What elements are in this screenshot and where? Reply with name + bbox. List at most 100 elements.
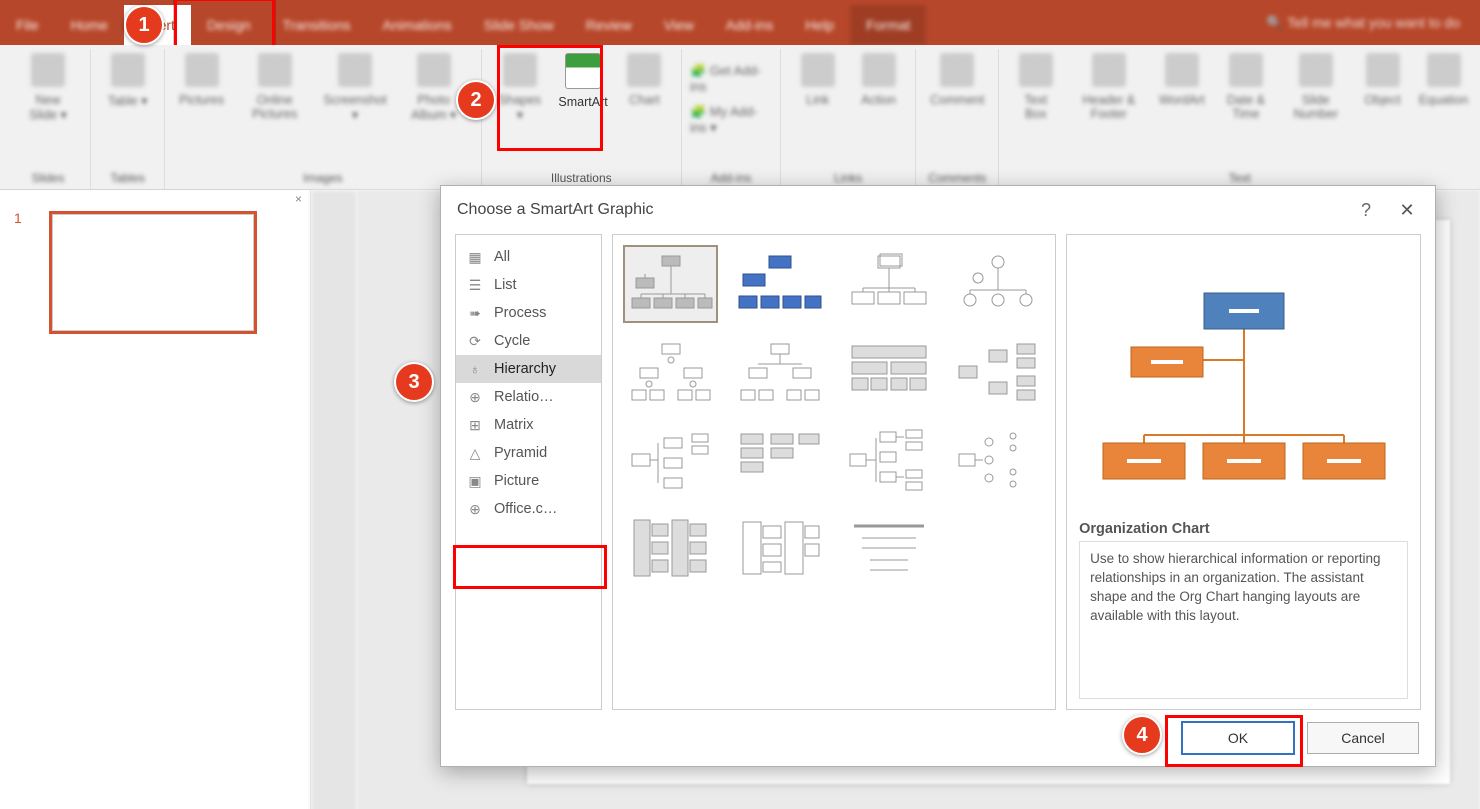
action-button[interactable]: Action <box>850 49 907 157</box>
office-icon: ⊕ <box>466 502 484 516</box>
ribbon-content: New Slide ▾ Slides Table ▾ Tables Pictur… <box>0 45 1480 190</box>
layout-circle-org[interactable] <box>950 245 1045 323</box>
slide-thumbnail-panel: × 1 <box>0 190 311 809</box>
screenshot-button[interactable]: Screenshot ▾ <box>319 49 391 157</box>
get-addins-button[interactable]: 🧩 Get Add-ins <box>690 63 772 94</box>
tab-view[interactable]: View <box>648 5 710 45</box>
ok-button[interactable]: OK <box>1181 721 1295 755</box>
group-addins: 🧩 Get Add-ins 🧩 My Add-ins ▾ Add-ins <box>682 49 781 189</box>
cat-pyramid[interactable]: △Pyramid <box>456 439 601 467</box>
group-label-images: Images <box>303 171 342 189</box>
help-icon[interactable]: ? <box>1361 200 1371 221</box>
tab-format[interactable]: Format <box>850 5 926 45</box>
cat-hierarchy[interactable]: ♁Hierarchy <box>456 355 601 383</box>
link-button[interactable]: Link <box>789 49 846 157</box>
online-pictures-button[interactable]: Online Pictures <box>234 49 315 157</box>
table-button[interactable]: Table ▾ <box>99 49 156 157</box>
layout-horizontal-org[interactable] <box>950 333 1045 411</box>
layout-horizontal-hierarchy[interactable] <box>623 421 718 499</box>
ribbon-tabs: File Home Insert Design Transitions Anim… <box>0 0 1480 45</box>
new-slide-button[interactable]: New Slide ▾ <box>14 49 82 157</box>
layout-horizontal-labeled[interactable] <box>732 421 827 499</box>
layout-labeled-hierarchy[interactable] <box>732 333 827 411</box>
equation-button[interactable]: Equation <box>1415 49 1472 157</box>
cycle-icon: ⟳ <box>466 334 484 348</box>
category-list: ▦All ☰List ➠Process ⟳Cycle ♁Hierarchy ⊕R… <box>455 234 602 710</box>
cancel-button[interactable]: Cancel <box>1307 722 1419 754</box>
list-icon: ☰ <box>466 278 484 292</box>
preview-description: Use to show hierarchical information or … <box>1079 541 1408 699</box>
slide-thumbnail-1[interactable] <box>52 214 254 331</box>
layout-picture-org[interactable] <box>732 245 827 323</box>
layout-hierarchy[interactable] <box>623 333 718 411</box>
preview-pane: Organization Chart Use to show hierarchi… <box>1066 234 1421 710</box>
smartart-dialog: Choose a SmartArt Graphic ? ✕ ▦All ☰List… <box>440 185 1436 767</box>
chart-button[interactable]: Chart <box>616 49 673 157</box>
object-button[interactable]: Object <box>1354 49 1411 157</box>
tab-review[interactable]: Review <box>570 5 648 45</box>
cat-cycle[interactable]: ⟳Cycle <box>456 327 601 355</box>
cat-office[interactable]: ⊕Office.c… <box>456 495 601 523</box>
date-time-button[interactable]: Date & Time <box>1214 49 1277 157</box>
group-comments: Comment Comments <box>916 49 999 189</box>
process-icon: ➠ <box>466 306 484 320</box>
cat-list[interactable]: ☰List <box>456 271 601 299</box>
pictures-button[interactable]: Pictures <box>173 49 230 157</box>
panel-close-icon[interactable]: × <box>295 192 302 206</box>
header-footer-button[interactable]: Header & Footer <box>1068 49 1149 157</box>
tab-design[interactable]: Design <box>191 5 267 45</box>
layout-grid <box>612 234 1056 710</box>
group-links: Link Action Links <box>781 49 916 189</box>
hierarchy-icon: ♁ <box>466 362 484 376</box>
tab-home[interactable]: Home <box>55 5 124 45</box>
tab-help[interactable]: Help <box>789 5 850 45</box>
tab-transitions[interactable]: Transitions <box>267 5 367 45</box>
tell-me-search[interactable]: 🔍 Tell me what you want to do <box>1266 14 1460 31</box>
tab-insert[interactable]: Insert <box>124 5 191 45</box>
group-slides: New Slide ▾ Slides <box>6 49 91 189</box>
tell-me-label: Tell me what you want to do <box>1287 14 1460 30</box>
group-tables: Table ▾ Tables <box>91 49 165 189</box>
relationship-icon: ⊕ <box>466 390 484 404</box>
layout-lined-list[interactable] <box>732 509 827 587</box>
vertical-ruler <box>311 190 357 809</box>
group-label-tables: Tables <box>110 171 145 189</box>
dialog-button-row: OK Cancel <box>441 710 1435 766</box>
preview-title: Organization Chart <box>1079 521 1408 537</box>
my-addins-button[interactable]: 🧩 My Add-ins ▾ <box>690 104 772 136</box>
dialog-title-text: Choose a SmartArt Graphic <box>457 201 654 219</box>
layout-horizontal-multi[interactable] <box>841 421 936 499</box>
slide-number: 1 <box>14 210 22 226</box>
cat-process[interactable]: ➠Process <box>456 299 601 327</box>
layout-table-hierarchy[interactable] <box>841 333 936 411</box>
matrix-icon: ⊞ <box>466 418 484 432</box>
shapes-button[interactable]: Shapes ▾ <box>490 49 550 157</box>
photo-album-button[interactable]: Photo Album ▾ <box>395 49 473 157</box>
cat-picture[interactable]: ▣Picture <box>456 467 601 495</box>
layout-name-title-org[interactable] <box>841 245 936 323</box>
slide-number-button[interactable]: Slide Number <box>1282 49 1350 157</box>
textbox-button[interactable]: Text Box <box>1007 49 1064 157</box>
layout-org-chart[interactable] <box>623 245 718 323</box>
tab-file[interactable]: File <box>0 5 55 45</box>
layout-hierarchy-list[interactable] <box>623 509 718 587</box>
all-icon: ▦ <box>466 250 484 264</box>
tab-addins[interactable]: Add-ins <box>710 5 789 45</box>
layout-horizontal-bullets[interactable] <box>950 421 1045 499</box>
cat-matrix[interactable]: ⊞Matrix <box>456 411 601 439</box>
smartart-button[interactable]: SmartArt <box>554 49 612 157</box>
pyramid-icon: △ <box>466 446 484 460</box>
tab-slideshow[interactable]: Slide Show <box>468 5 570 45</box>
close-icon[interactable]: ✕ <box>1393 196 1421 224</box>
wordart-button[interactable]: WordArt <box>1153 49 1210 157</box>
picture-icon: ▣ <box>466 474 484 488</box>
cat-all[interactable]: ▦All <box>456 243 601 271</box>
dialog-titlebar: Choose a SmartArt Graphic ? ✕ <box>441 186 1435 234</box>
comment-button[interactable]: Comment <box>924 49 990 157</box>
tab-animations[interactable]: Animations <box>366 5 467 45</box>
group-text: Text Box Header & Footer WordArt Date & … <box>999 49 1480 189</box>
group-label-slides: Slides <box>32 171 65 189</box>
preview-chart <box>1079 245 1408 515</box>
cat-relationship[interactable]: ⊕Relatio… <box>456 383 601 411</box>
layout-text-hierarchy[interactable] <box>841 509 936 587</box>
